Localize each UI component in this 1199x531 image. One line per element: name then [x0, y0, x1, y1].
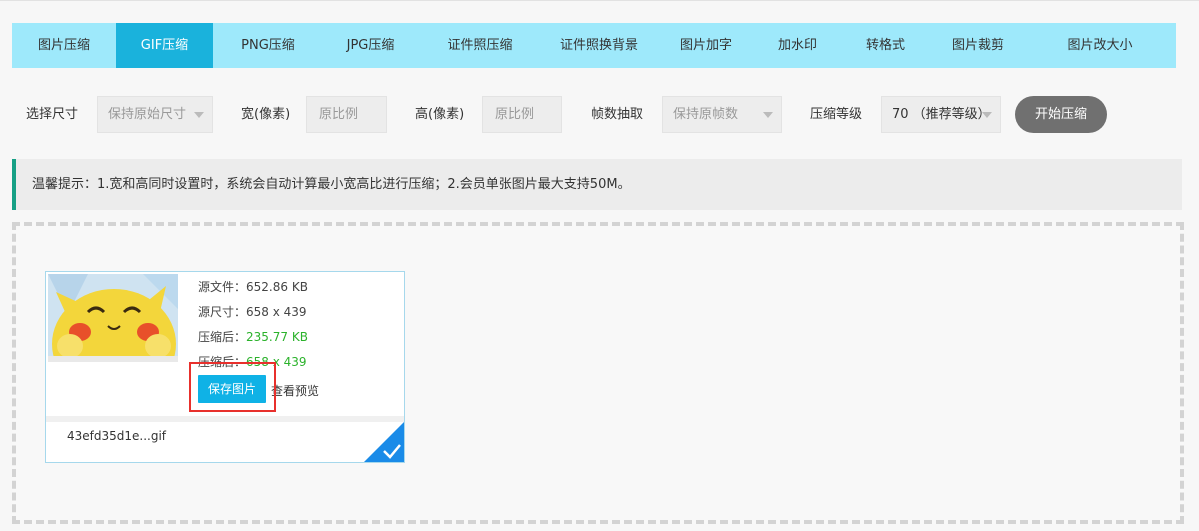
frame-select-value: 保持原帧数 — [673, 107, 739, 122]
tab-gif-compress[interactable]: GIF压缩 — [116, 23, 213, 68]
width-label: 宽(像素) — [241, 107, 291, 122]
compressed-dimension-value: 658 x 439 — [246, 355, 307, 369]
source-dimension-line: 源尺寸：658 x 439 — [198, 300, 308, 325]
height-label: 高(像素) — [415, 107, 465, 122]
tab-id-photo-background[interactable]: 证件照换背景 — [542, 23, 656, 68]
compressed-dimension-label: 压缩后： — [198, 355, 247, 369]
source-size-label: 源文件： — [198, 280, 247, 294]
tool-tab-bar: 图片压缩 GIF压缩 PNG压缩 JPG压缩 证件照压缩 证件照换背景 图片加字… — [12, 23, 1176, 68]
start-compress-button[interactable]: 开始压缩 — [1015, 96, 1107, 133]
source-size-line: 源文件：652.86 KB — [198, 275, 308, 300]
compressed-size-line: 压缩后：235.77 KB — [198, 325, 308, 350]
top-border — [0, 0, 1199, 1]
checkmark-corner-icon — [364, 422, 404, 462]
tab-convert-format[interactable]: 转格式 — [839, 23, 932, 68]
source-size-value: 652.86 KB — [246, 280, 308, 294]
image-thumbnail — [48, 274, 178, 362]
pikachu-thumbnail-image — [48, 274, 178, 362]
tab-jpg-compress[interactable]: JPG压缩 — [323, 23, 418, 68]
file-card: 源文件：652.86 KB 源尺寸：658 x 439 压缩后：235.77 K… — [45, 271, 405, 463]
file-name: 43efd35d1e...gif — [67, 429, 167, 443]
compressed-dimension-line: 压缩后：658 x 439 — [198, 350, 308, 375]
width-input[interactable]: 原比例 — [306, 96, 387, 133]
tab-add-text[interactable]: 图片加字 — [656, 23, 756, 68]
view-preview-link[interactable]: 查看预览 — [271, 382, 319, 399]
tab-watermark[interactable]: 加水印 — [756, 23, 839, 68]
tab-resize[interactable]: 图片改大小 — [1024, 23, 1176, 68]
save-image-button[interactable]: 保存图片 — [198, 375, 266, 403]
card-divider — [46, 416, 404, 422]
tab-png-compress[interactable]: PNG压缩 — [213, 23, 323, 68]
level-label: 压缩等级 — [810, 107, 863, 122]
frame-label: 帧数抽取 — [591, 107, 644, 122]
size-select[interactable]: 保持原始尺寸 — [97, 96, 213, 133]
tab-crop[interactable]: 图片裁剪 — [932, 23, 1024, 68]
frame-select[interactable]: 保持原帧数 — [662, 96, 782, 133]
size-select-value: 保持原始尺寸 — [108, 107, 187, 122]
source-dimension-value: 658 x 439 — [246, 305, 307, 319]
size-label: 选择尺寸 — [26, 107, 79, 122]
tab-image-compress[interactable]: 图片压缩 — [12, 23, 116, 68]
compressed-size-value: 235.77 KB — [246, 330, 308, 344]
chevron-down-icon — [763, 112, 773, 118]
height-input[interactable]: 原比例 — [482, 96, 562, 133]
compressed-size-label: 压缩后： — [198, 330, 247, 344]
source-dimension-label: 源尺寸： — [198, 305, 247, 319]
chevron-down-icon — [982, 112, 992, 118]
level-select[interactable]: 70 （推荐等级） — [881, 96, 1001, 133]
tip-banner: 温馨提示：1.宽和高同时设置时，系统会自动计算最小宽高比进行压缩；2.会员单张图… — [12, 159, 1182, 210]
file-info: 源文件：652.86 KB 源尺寸：658 x 439 压缩后：235.77 K… — [198, 275, 308, 375]
tab-id-photo-compress[interactable]: 证件照压缩 — [418, 23, 542, 68]
level-select-value: 70 （推荐等级） — [892, 107, 991, 122]
chevron-down-icon — [194, 112, 204, 118]
